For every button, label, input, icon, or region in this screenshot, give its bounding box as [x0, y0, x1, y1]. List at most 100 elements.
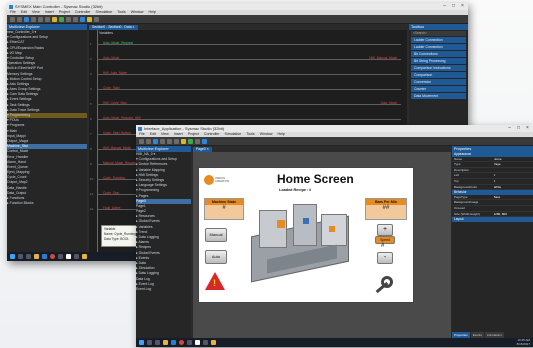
coil-label[interactable]: Auto_Mode [381, 101, 397, 105]
property-value[interactable]: Base [494, 195, 533, 200]
property-value[interactable]: 0 [494, 173, 533, 178]
mail-icon[interactable] [203, 340, 208, 345]
contact-label[interactable]: Manual_Mode_Request [103, 161, 137, 165]
open-icon[interactable] [17, 16, 22, 22]
explorer-item[interactable]: ▸ Function Blocks [7, 201, 87, 206]
search-icon[interactable] [18, 254, 23, 259]
ladder-rung[interactable]: HMI_Cycle_Stop Auto_Mode [97, 101, 401, 105]
paste-icon[interactable] [174, 138, 179, 144]
front-title-bar[interactable]: Interface_Application - Sysmac Studio (3… [136, 125, 533, 132]
ladder-rung[interactable]: HMI_Auto_Mode [97, 71, 401, 75]
undo-icon[interactable] [66, 16, 71, 22]
contact-label[interactable]: HMI_Cycle_Stop [103, 101, 127, 105]
online-icon[interactable] [59, 16, 64, 22]
property-value[interactable]: 1280, 800 [494, 212, 533, 217]
maximize-icon[interactable]: □ [449, 3, 458, 10]
online-icon[interactable] [188, 138, 193, 144]
toolbox-item[interactable]: Counter [411, 86, 466, 92]
build-icon[interactable] [181, 138, 186, 144]
sysmac-taskbar-icon[interactable] [66, 254, 71, 259]
manual-button[interactable]: Manual [205, 228, 227, 242]
folder-icon[interactable] [82, 254, 87, 259]
mail-icon[interactable] [74, 254, 79, 259]
contact-label[interactable]: Cycle_Running [103, 176, 125, 180]
folder-icon[interactable] [211, 340, 216, 345]
toolbox-item[interactable]: Data Movement [411, 93, 466, 99]
task-view-icon[interactable] [26, 254, 31, 259]
close-icon[interactable]: × [458, 3, 467, 10]
file-explorer-icon[interactable] [163, 340, 168, 345]
open-icon[interactable] [146, 138, 151, 144]
minimize-icon[interactable]: – [440, 3, 449, 10]
toolbox-item[interactable]: Comparison [411, 72, 466, 78]
new-icon[interactable] [10, 16, 15, 22]
store-icon[interactable] [187, 340, 192, 345]
ladder-rung[interactable]: Cycle_Start [97, 86, 401, 90]
property-value[interactable] [494, 200, 533, 205]
edge-icon[interactable] [42, 254, 47, 259]
front-clock[interactable]: 10:45 AM 8/15/2017 [517, 338, 530, 346]
speed-down-button[interactable]: - [377, 252, 393, 264]
store-icon[interactable] [58, 254, 63, 259]
undo-icon[interactable] [195, 138, 200, 144]
auto-button[interactable]: Auto [205, 250, 227, 264]
edge-icon[interactable] [171, 340, 176, 345]
speed-up-button[interactable]: + [377, 224, 393, 236]
ladder-rung[interactable]: Auto_Mode_Request [97, 41, 401, 45]
chrome-icon[interactable] [179, 340, 184, 345]
properties-section[interactable]: Layout [452, 217, 533, 222]
ladder-rung[interactable]: Auto_Mode HMI_Manual_Mode [97, 56, 401, 60]
build-icon[interactable] [52, 16, 57, 22]
copy-icon[interactable] [38, 16, 43, 22]
property-value[interactable] [494, 168, 533, 173]
sysmac-taskbar-icon[interactable] [195, 340, 200, 345]
back-title-bar[interactable]: SYSMEX Main Controller - Sysmac Studio (… [7, 3, 468, 10]
settings-wrench-icon[interactable] [375, 272, 397, 294]
cut-icon[interactable] [160, 138, 165, 144]
coil-label[interactable]: HMI_Manual_Mode [369, 56, 397, 60]
toolbox-item[interactable]: Ladder Connection [411, 37, 466, 43]
windows-start-icon[interactable] [139, 340, 144, 345]
contact-label[interactable]: HMI_Auto_Mode [103, 71, 127, 75]
task-view-icon[interactable] [155, 340, 160, 345]
file-explorer-icon[interactable] [34, 254, 39, 259]
contact-label[interactable]: Cycle_Stop [103, 191, 119, 195]
contact-label[interactable]: Auto_Mode_Request [103, 41, 133, 45]
paste-icon[interactable] [45, 16, 50, 22]
toolbox-item[interactable]: Bit Connections [411, 51, 466, 57]
zoom-icon[interactable] [94, 16, 99, 22]
hmi-home-screen[interactable]: OMRON ANIMATION Home Screen Loaded Recip… [198, 167, 414, 303]
toolbox-item[interactable]: Conversion [411, 79, 466, 85]
chrome-icon[interactable] [50, 254, 55, 259]
property-value[interactable]: Page [494, 162, 533, 167]
contact-label[interactable]: Cycle_Start_Button [103, 131, 130, 135]
contact-label[interactable]: HMI_Manual_Mode [103, 146, 131, 150]
maximize-icon[interactable]: □ [514, 125, 523, 132]
search-icon[interactable] [147, 340, 152, 345]
toolbox-search[interactable]: <Search> [411, 31, 466, 36]
toolbox-item[interactable]: Bit String Processing [411, 58, 466, 64]
redo-icon[interactable] [73, 16, 78, 22]
simulate-icon[interactable] [202, 138, 207, 144]
contact-label[interactable]: Fault_Active [103, 206, 121, 210]
property-value[interactable]: White [494, 185, 533, 190]
save-icon[interactable] [24, 16, 29, 22]
simulate-icon[interactable] [80, 16, 85, 22]
ladder-rung[interactable]: Auto_Mode_Request_HMI [97, 116, 401, 120]
front-sysmac-window[interactable]: Interface_Application - Sysmac Studio (3… [136, 125, 533, 347]
windows-start-icon[interactable] [10, 254, 15, 259]
toolbox-item[interactable]: Ladder Connection [411, 44, 466, 50]
transfer-icon[interactable] [87, 16, 92, 22]
close-icon[interactable]: × [523, 125, 532, 132]
explorer-item[interactable]: Event Log [136, 287, 191, 292]
contact-label[interactable]: Auto_Mode [103, 56, 119, 60]
contact-label[interactable]: Auto_Mode_Request_HMI [103, 116, 141, 120]
cut-icon[interactable] [31, 16, 36, 22]
minimize-icon[interactable]: – [505, 125, 514, 132]
property-value[interactable]: 0 [494, 179, 533, 184]
new-icon[interactable] [139, 138, 144, 144]
contact-label[interactable]: Cycle_Start [103, 86, 119, 90]
warning-triangle-icon[interactable]: ! [205, 272, 225, 290]
toolbox-item[interactable]: Comparison Instructions [411, 65, 466, 71]
save-icon[interactable] [153, 138, 158, 144]
